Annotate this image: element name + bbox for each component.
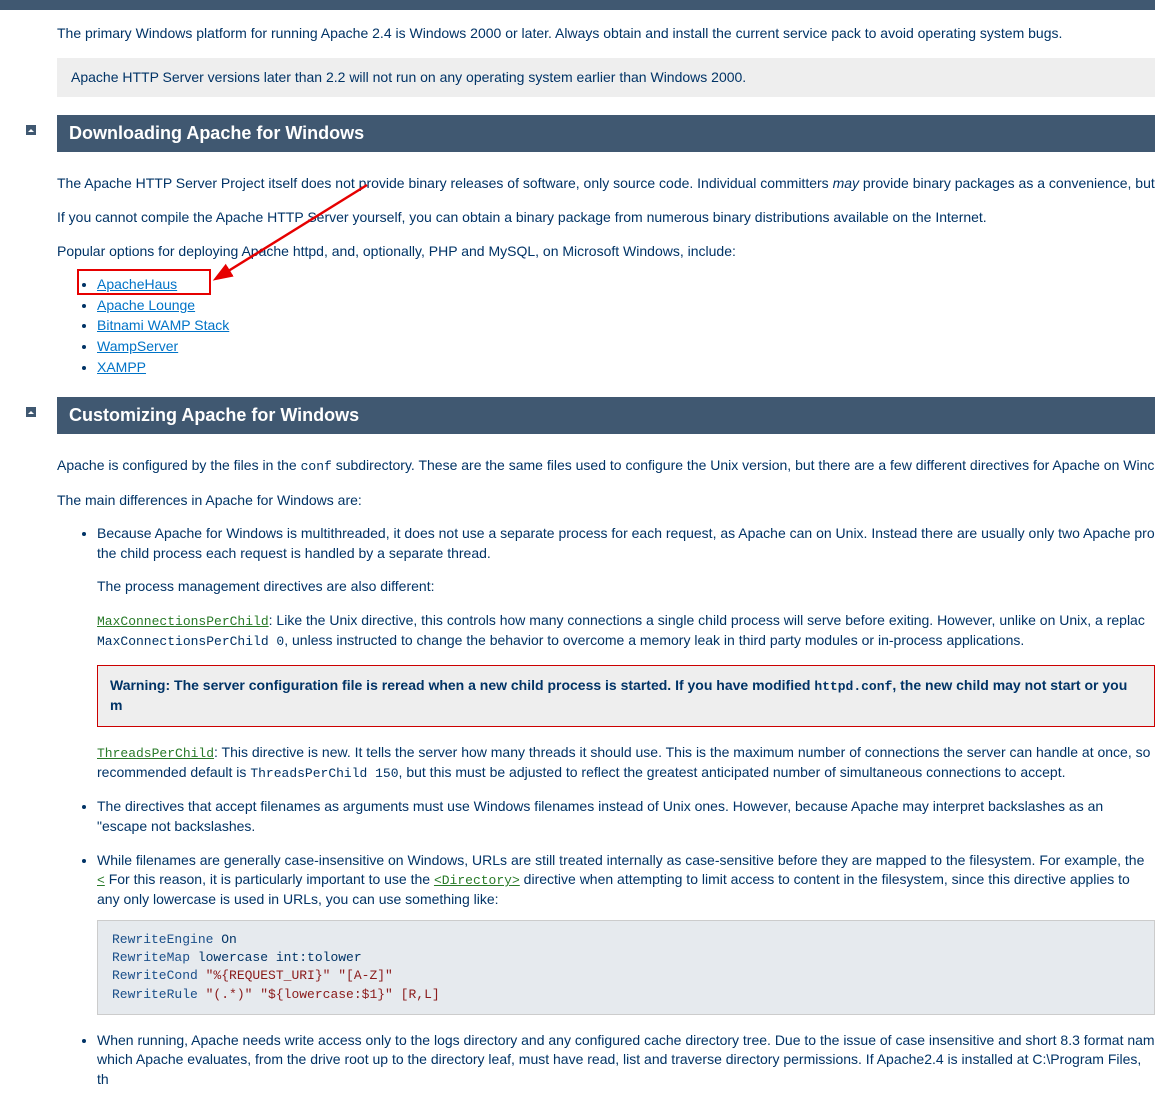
customize-p2: The main differences in Apache for Windo… xyxy=(57,491,1155,511)
download-p2: If you cannot compile the Apache HTTP Se… xyxy=(57,208,1155,228)
collapse-icon[interactable] xyxy=(26,407,36,417)
intro-paragraph: The primary Windows platform for running… xyxy=(57,24,1155,44)
info-note: Apache HTTP Server versions later than 2… xyxy=(57,58,1155,98)
link-threadsperchild[interactable]: ThreadsPerChild xyxy=(97,746,214,761)
section-heading-customize: Customizing Apache for Windows xyxy=(57,397,1155,434)
link-wampserver[interactable]: WampServer xyxy=(97,338,178,354)
link-apachelounge[interactable]: Apache Lounge xyxy=(97,297,195,313)
warning-box: Warning: The server configuration file i… xyxy=(97,665,1155,727)
link-maxconnectionsperchild[interactable]: MaxConnectionsPerChild xyxy=(97,614,269,629)
link-directive-trunc[interactable]: < xyxy=(97,873,105,888)
download-p1: The Apache HTTP Server Project itself do… xyxy=(57,174,1155,194)
differences-list: Because Apache for Windows is multithrea… xyxy=(97,524,1155,1089)
annotation-arrow-icon xyxy=(207,180,377,290)
list-item: The directives that accept filenames as … xyxy=(97,797,1155,836)
link-bitnami[interactable]: Bitnami WAMP Stack xyxy=(97,317,229,333)
link-directory-directive[interactable]: <Directory> xyxy=(434,873,520,888)
list-item: When running, Apache needs write access … xyxy=(97,1031,1155,1090)
partial-header-banner xyxy=(0,0,1155,10)
collapse-icon[interactable] xyxy=(26,125,36,135)
info-note-text: Apache HTTP Server versions later than 2… xyxy=(71,69,746,85)
download-p3: Popular options for deploying Apache htt… xyxy=(57,242,1155,262)
link-xampp[interactable]: XAMPP xyxy=(97,359,146,375)
rewrite-code-block: RewriteEngine On RewriteMap lowercase in… xyxy=(97,920,1155,1015)
customize-p1: Apache is configured by the files in the… xyxy=(57,456,1155,476)
list-item: Because Apache for Windows is multithrea… xyxy=(97,524,1155,783)
download-links-list: ApacheHaus Apache Lounge Bitnami WAMP St… xyxy=(97,275,1155,377)
list-item: While filenames are generally case-insen… xyxy=(97,851,1155,1015)
section-heading-download: Downloading Apache for Windows xyxy=(57,115,1155,152)
link-apachehaus[interactable]: ApacheHaus xyxy=(97,276,177,292)
